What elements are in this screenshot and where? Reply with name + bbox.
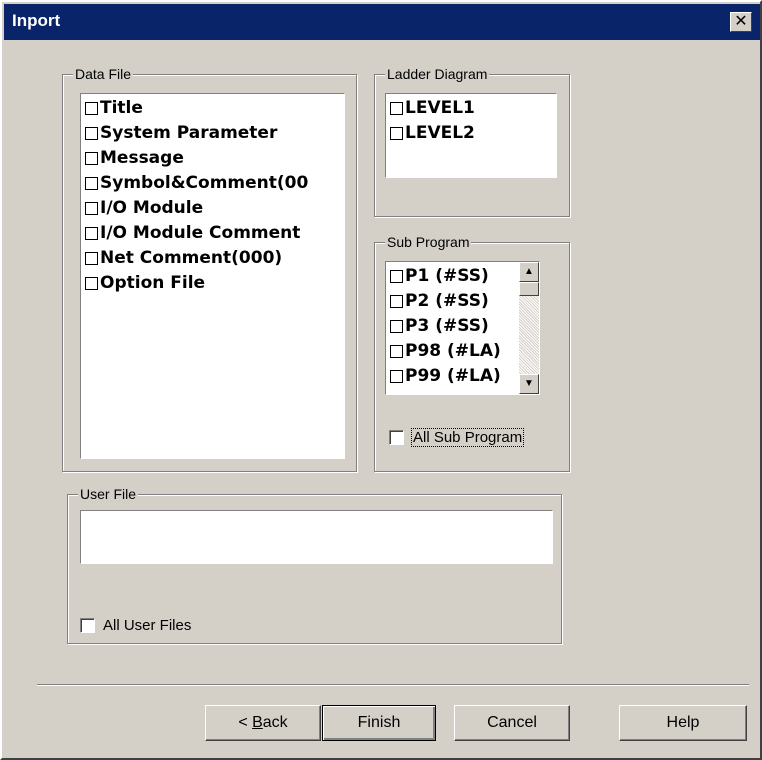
- list-item[interactable]: Message: [85, 146, 184, 171]
- checkbox-box[interactable]: [80, 618, 95, 633]
- checkbox-icon[interactable]: [390, 295, 403, 308]
- checkbox-icon[interactable]: [390, 102, 403, 115]
- data-file-list[interactable]: Title System Parameter Message Symbol&Co…: [80, 93, 345, 459]
- checkbox-icon[interactable]: [390, 270, 403, 283]
- back-button[interactable]: < Back: [205, 705, 321, 741]
- checkbox-icon[interactable]: [390, 320, 403, 333]
- checkbox-icon[interactable]: [85, 252, 98, 265]
- checkbox-icon[interactable]: [390, 345, 403, 358]
- close-button[interactable]: ✕: [730, 12, 752, 32]
- list-item[interactable]: LEVEL2: [390, 121, 475, 146]
- all-user-files-label: All User Files: [103, 617, 192, 634]
- sub-program-list[interactable]: P1 (#SS) P2 (#SS) P3 (#SS) P98 (#LA) P99…: [385, 261, 540, 395]
- checkbox-icon[interactable]: [85, 227, 98, 240]
- data-file-group-label: Data File: [73, 65, 134, 83]
- list-item[interactable]: Title: [85, 96, 143, 121]
- all-sub-program-checkbox[interactable]: All Sub Program: [389, 428, 525, 447]
- sub-program-group: Sub Program P1 (#SS) P2 (#SS) P3 (#SS) P…: [374, 233, 570, 472]
- user-file-list[interactable]: [80, 510, 553, 564]
- checkbox-icon[interactable]: [85, 202, 98, 215]
- list-item[interactable]: Option File: [85, 271, 205, 296]
- list-item[interactable]: P1 (#SS): [390, 264, 489, 289]
- ladder-diagram-group-label: Ladder Diagram: [385, 65, 490, 83]
- scroll-down-icon[interactable]: ▼: [519, 374, 539, 394]
- checkbox-icon[interactable]: [390, 370, 403, 383]
- all-user-files-checkbox[interactable]: All User Files: [80, 617, 191, 634]
- list-item[interactable]: P98 (#LA): [390, 339, 501, 364]
- help-button[interactable]: Help: [619, 705, 747, 741]
- list-item[interactable]: Net Comment(000): [85, 246, 282, 271]
- user-file-group: User File All User Files: [67, 485, 562, 644]
- checkbox-icon[interactable]: [85, 152, 98, 165]
- list-item[interactable]: System Parameter: [85, 121, 277, 146]
- checkbox-icon[interactable]: [390, 127, 403, 140]
- title-bar[interactable]: Inport ✕: [4, 4, 760, 40]
- import-dialog: Inport ✕ Data File Title System Paramete…: [0, 0, 762, 760]
- list-item[interactable]: P99 (#LA): [390, 364, 501, 389]
- user-file-group-label: User File: [78, 485, 139, 503]
- ladder-diagram-list[interactable]: LEVEL1 LEVEL2: [385, 93, 557, 178]
- cancel-button[interactable]: Cancel: [454, 705, 570, 741]
- list-item[interactable]: Symbol&Comment(00: [85, 171, 308, 196]
- list-item[interactable]: P3 (#SS): [390, 314, 489, 339]
- footer-divider: [37, 684, 749, 686]
- scroll-thumb[interactable]: [519, 282, 539, 296]
- finish-button[interactable]: Finish: [322, 705, 436, 741]
- sub-program-group-label: Sub Program: [385, 233, 472, 251]
- list-item[interactable]: P2 (#SS): [390, 289, 489, 314]
- checkbox-icon[interactable]: [85, 102, 98, 115]
- data-file-group: Data File Title System Parameter Message…: [62, 65, 357, 472]
- checkbox-box[interactable]: [389, 430, 404, 445]
- list-item[interactable]: LEVEL1: [390, 96, 475, 121]
- sub-program-scrollbar[interactable]: ▲ ▼: [519, 262, 539, 394]
- checkbox-icon[interactable]: [85, 177, 98, 190]
- window-title: Inport: [12, 11, 61, 30]
- ladder-diagram-group: Ladder Diagram LEVEL1 LEVEL2: [374, 65, 570, 217]
- scroll-up-icon[interactable]: ▲: [519, 262, 539, 282]
- checkbox-icon[interactable]: [85, 277, 98, 290]
- list-item[interactable]: I/O Module Comment: [85, 221, 300, 246]
- checkbox-icon[interactable]: [85, 127, 98, 140]
- all-sub-program-label: All Sub Program: [410, 428, 525, 447]
- list-item[interactable]: I/O Module: [85, 196, 203, 221]
